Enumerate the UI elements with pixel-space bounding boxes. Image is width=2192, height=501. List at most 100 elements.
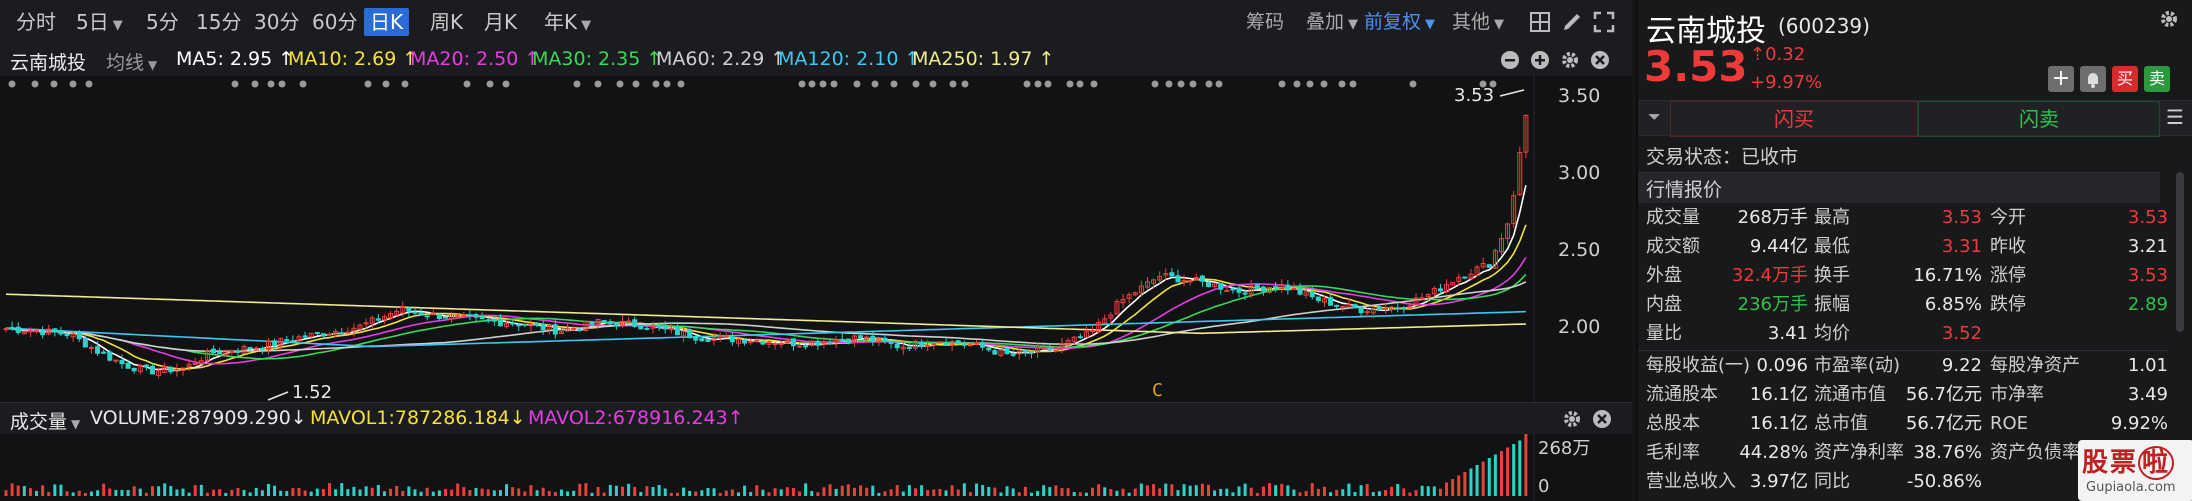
volume-bar (498, 490, 502, 496)
event-dot (871, 80, 879, 88)
tab-60min[interactable]: 60分 (306, 8, 363, 36)
candle-body (1218, 282, 1224, 290)
candle-body (632, 319, 638, 327)
tab-5day[interactable]: 5日 ▼ (70, 8, 129, 36)
volume-bar (590, 492, 594, 496)
volume-bar (370, 487, 374, 496)
volume-bar (901, 491, 905, 496)
minus-icon[interactable] (1500, 50, 1520, 70)
volume-bar (352, 486, 356, 496)
candle-body (436, 313, 442, 320)
volume-legend-bar: 成交量 ▼ VOLUME:287909.290↓ MAVOL1:787286.18… (0, 402, 1632, 435)
volume-bar (724, 490, 728, 496)
finance-value: 16.1亿 (1749, 384, 1808, 405)
close-icon[interactable] (1592, 409, 1612, 429)
draw-pen-icon[interactable] (1560, 10, 1584, 34)
flash-sell-button[interactable]: 闪卖 (1918, 101, 2160, 137)
event-dot (1066, 80, 1074, 88)
quote-value: 3.53 (2127, 207, 2168, 228)
volume-bar (1512, 444, 1516, 496)
volume-bar (193, 485, 197, 496)
tab-5min[interactable]: 5分 (140, 8, 185, 36)
tab-daily-k[interactable]: 日K (364, 8, 410, 36)
line-type-select[interactable]: 均线 ▼ (106, 48, 157, 75)
volume-bar (840, 485, 844, 496)
alert-bell-button[interactable] (2080, 66, 2106, 92)
quote-label: 跌停 (1990, 294, 2026, 315)
tab-yearly-k[interactable]: 年K ▼ (538, 8, 597, 36)
tab-weekly-k[interactable]: 周K (424, 8, 469, 36)
volume-bar (553, 492, 557, 496)
volume-bar (785, 487, 789, 496)
volume-bar (755, 485, 759, 496)
menu-icon[interactable]: ☰ (2166, 105, 2184, 129)
candle-body (729, 336, 735, 343)
gear-icon[interactable] (2158, 8, 2180, 30)
volume-bar (871, 485, 875, 496)
candle-body (442, 316, 448, 319)
add-watchlist-button[interactable]: + (2048, 66, 2074, 92)
kline-chart[interactable]: 3.50 3.00 2.50 2.00 3.53 1.52 C (0, 76, 1632, 402)
volume-bar (1152, 484, 1156, 496)
volume-bar (846, 484, 850, 496)
sell-button[interactable]: 卖 (2144, 66, 2170, 92)
volume-bar (1017, 492, 1021, 496)
quote-value: 16.71% (1913, 265, 1982, 286)
candle-body (845, 338, 851, 343)
fullscreen-icon[interactable] (1592, 10, 1616, 34)
quote-title: 行情报价 (1646, 179, 1723, 201)
finance-label: 总市值 (1814, 413, 1868, 434)
volume-bar (224, 492, 228, 496)
volume-chart[interactable]: 268万 0 (0, 434, 1632, 501)
volume-bar (132, 486, 136, 496)
overlay-button[interactable]: 叠加 ▼ (1306, 8, 1358, 36)
ma60-label: MA60: 2.29 ↑ (656, 48, 787, 70)
collapse-icon[interactable]: ⏷ (1648, 107, 1661, 127)
low-annotation: 1.52 (292, 382, 332, 402)
volume-bar (1286, 485, 1290, 496)
tab-monthly-k[interactable]: 月K (478, 8, 523, 36)
candle-body (668, 328, 674, 331)
volume-bar (932, 489, 936, 496)
volume-bar (340, 483, 344, 496)
plus-icon[interactable] (1530, 50, 1550, 70)
other-button[interactable]: 其他 ▼ (1452, 8, 1504, 36)
adjust-button[interactable]: 前复权 ▼ (1364, 8, 1435, 36)
tab-intraday[interactable]: 分时 (10, 8, 62, 36)
candle-body (607, 322, 613, 325)
candle-body (1309, 291, 1315, 298)
candle-body (192, 363, 198, 366)
candle-body (601, 319, 607, 323)
volume-bar (291, 488, 295, 496)
panel-scrollbar[interactable] (2176, 172, 2184, 332)
candle-body (510, 322, 516, 325)
close-icon[interactable] (1590, 50, 1610, 70)
logo-mark: 股票啦 (2082, 442, 2175, 480)
gear-icon[interactable] (1560, 50, 1580, 70)
chips-button[interactable]: 筹码 (1246, 8, 1284, 36)
grid-layout-icon[interactable] (1528, 10, 1552, 34)
volume-bar (279, 490, 283, 496)
event-dot (1278, 80, 1286, 88)
flash-buy-button[interactable]: 闪买 (1670, 101, 1918, 137)
tab-15min[interactable]: 15分 (190, 8, 247, 36)
quote-value: 3.21 (2127, 236, 2168, 257)
event-dot (401, 80, 409, 88)
gear-icon[interactable] (1562, 409, 1582, 429)
volume-bar (1115, 490, 1119, 496)
candle-body (961, 343, 967, 346)
volume-bar (41, 485, 45, 496)
volume-bar (712, 488, 716, 496)
event-dot (949, 80, 957, 88)
candle-body (937, 341, 943, 344)
candle-body (1328, 297, 1334, 306)
volume-bar (389, 488, 393, 496)
volume-bar (443, 489, 447, 496)
quote-value: 236万手 (1737, 294, 1808, 315)
buy-button[interactable]: 买 (2112, 66, 2138, 92)
volume-indicator-select[interactable]: 成交量 ▼ (10, 407, 80, 434)
candle-body (302, 335, 308, 338)
event-dot (1177, 80, 1185, 88)
tab-30min[interactable]: 30分 (248, 8, 305, 36)
volume-bar (1097, 484, 1101, 496)
